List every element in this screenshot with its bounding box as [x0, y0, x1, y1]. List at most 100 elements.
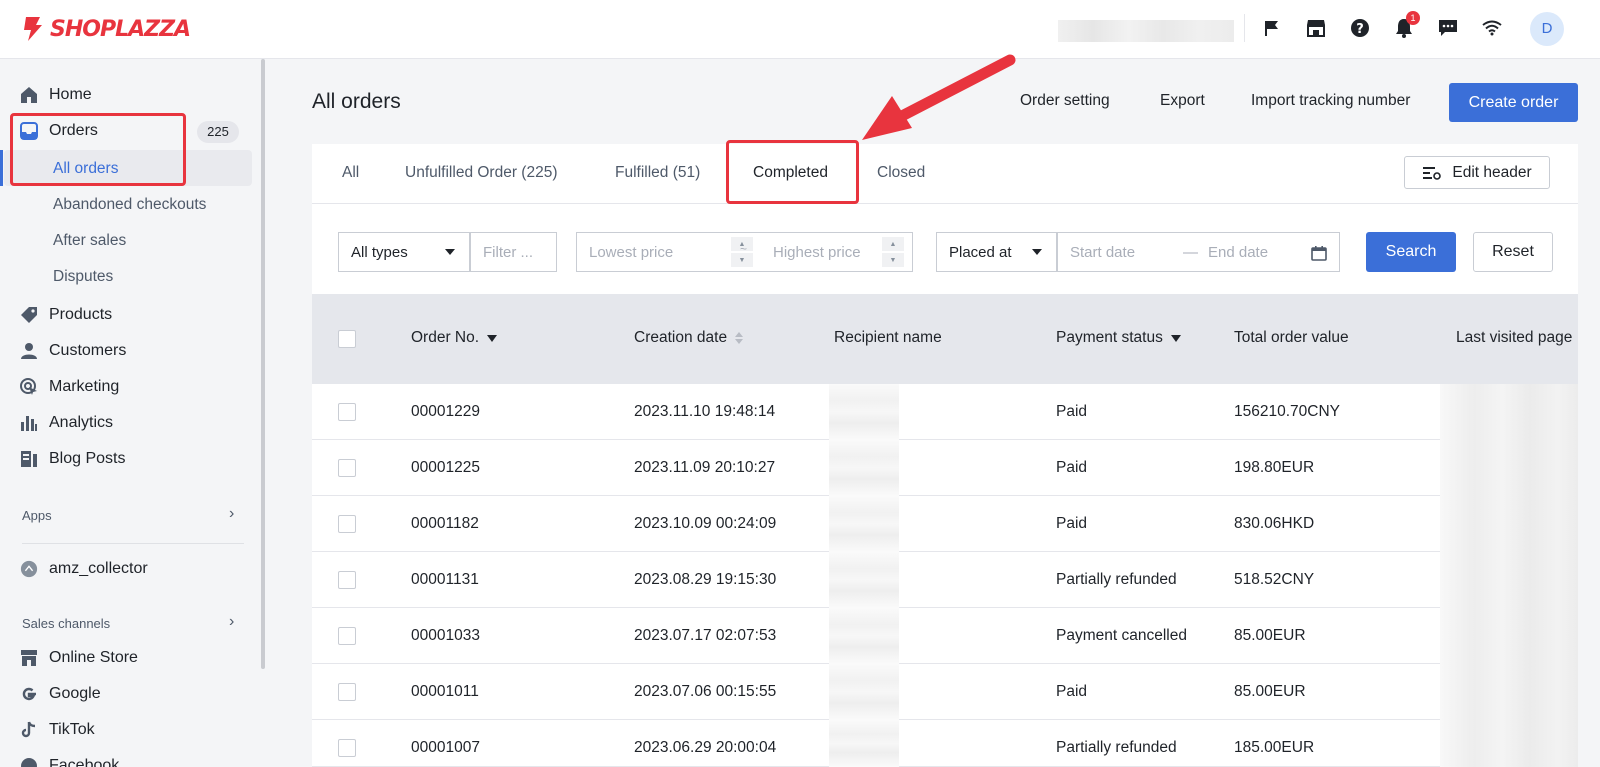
- sidebar-item-label: Customers: [49, 342, 127, 359]
- step-up-icon[interactable]: ▲: [882, 237, 904, 251]
- chat-icon[interactable]: [1436, 16, 1460, 40]
- total-value-cell: 156210.70CNY: [1234, 403, 1340, 420]
- import-tracking-button[interactable]: Import tracking number: [1251, 92, 1410, 110]
- row-checkbox[interactable]: [338, 515, 356, 533]
- highest-price-input[interactable]: Highest price ▲ ▼: [761, 232, 913, 272]
- avatar[interactable]: D: [1530, 12, 1564, 46]
- order-no-cell[interactable]: 00001229: [411, 403, 480, 421]
- sidebar-item-analytics[interactable]: Analytics: [20, 408, 113, 438]
- row-checkbox[interactable]: [338, 739, 356, 757]
- column-payment-status[interactable]: Payment status: [1056, 329, 1181, 347]
- total-value-cell: 185.00EUR: [1234, 739, 1315, 756]
- order-no-cell[interactable]: 00001131: [411, 571, 479, 589]
- order-no-cell[interactable]: 00001011: [411, 683, 479, 701]
- payment-status-cell: Paid: [1056, 403, 1088, 420]
- table-header: Order No. Creation date Recipient name P…: [312, 294, 1578, 384]
- sidebar-subitem-abandoned-checkouts[interactable]: Abandoned checkouts: [53, 196, 206, 214]
- creation-date-cell: 2023.07.06 00:15:55: [634, 683, 777, 700]
- calendar-icon[interactable]: [1311, 245, 1327, 261]
- sidebar-item-home[interactable]: Home: [20, 80, 92, 110]
- sidebar-item-products[interactable]: Products: [20, 300, 112, 330]
- highest-price-stepper[interactable]: ▲ ▼: [882, 237, 904, 267]
- total-value-cell: 85.00EUR: [1234, 683, 1306, 700]
- row-checkbox[interactable]: [338, 683, 356, 701]
- select-all-checkbox[interactable]: [338, 330, 356, 348]
- row-checkbox[interactable]: [338, 459, 356, 477]
- sidebar-item-marketing[interactable]: Marketing: [20, 372, 119, 402]
- order-no-cell[interactable]: 00001033: [411, 627, 480, 645]
- total-value-cell: 518.52CNY: [1234, 571, 1315, 588]
- chevron-right-icon[interactable]: ›: [229, 505, 234, 523]
- tab-all[interactable]: All: [342, 164, 359, 182]
- help-icon[interactable]: ?: [1348, 16, 1372, 40]
- highest-price-placeholder: Highest price: [773, 243, 861, 261]
- flag-icon[interactable]: [1260, 16, 1284, 40]
- table-row[interactable]: 00001011 2023.07.06 00:15:55 Paid 85.00E…: [312, 664, 1578, 720]
- tab-closed[interactable]: Closed: [877, 164, 925, 182]
- column-order-no[interactable]: Order No.: [411, 329, 498, 347]
- sidebar-item-label: amz_collector: [49, 560, 148, 577]
- table-row[interactable]: 00001033 2023.07.17 02:07:53 Payment can…: [312, 608, 1578, 664]
- column-label: Payment status: [1056, 329, 1163, 346]
- recipient-name-blurred: [829, 440, 899, 496]
- sidebar-item-blog-posts[interactable]: Blog Posts: [20, 444, 125, 474]
- last-visited-page-blurred: [1440, 384, 1578, 440]
- sidebar-item-label: TikTok: [49, 721, 95, 738]
- payment-status-cell: Paid: [1056, 515, 1088, 532]
- order-no-cell[interactable]: 00001007: [411, 739, 480, 757]
- sidebar-item-label: Online Store: [49, 649, 138, 666]
- table-row[interactable]: 00001182 2023.10.09 00:24:09 Paid 830.06…: [312, 496, 1578, 552]
- store-icon[interactable]: [1304, 16, 1328, 40]
- table-row[interactable]: 00001007 2023.06.29 20:00:04 Partially r…: [312, 720, 1578, 767]
- table-row[interactable]: 00001229 2023.11.10 19:48:14 Paid 156210…: [312, 384, 1578, 440]
- row-checkbox[interactable]: [338, 403, 356, 421]
- filter-caret-icon[interactable]: [487, 334, 498, 342]
- wifi-icon[interactable]: [1480, 16, 1504, 40]
- home-icon: [20, 86, 38, 104]
- store-icon: [20, 649, 38, 667]
- type-select[interactable]: All types: [338, 232, 470, 272]
- sidebar-subitem-disputes[interactable]: Disputes: [53, 268, 113, 286]
- column-label: Order No.: [411, 329, 480, 346]
- row-checkbox[interactable]: [338, 571, 356, 589]
- sidebar-item-tiktok[interactable]: TikTok: [20, 715, 95, 745]
- sidebar-item-customers[interactable]: Customers: [20, 336, 126, 366]
- column-creation-date[interactable]: Creation date: [634, 329, 744, 347]
- sidebar-item-google[interactable]: Google: [20, 679, 101, 709]
- search-button[interactable]: Search: [1366, 232, 1456, 272]
- sidebar-item-amz-collector[interactable]: amz_collector: [20, 554, 148, 584]
- lowest-price-input[interactable]: Lowest price ▲ ▼: [576, 232, 762, 272]
- row-checkbox[interactable]: [338, 627, 356, 645]
- sidebar-scrollbar[interactable]: [261, 59, 265, 669]
- bell-icon[interactable]: 1: [1392, 11, 1420, 40]
- sidebar-subitem-after-sales[interactable]: After sales: [53, 232, 126, 250]
- order-no-cell[interactable]: 00001225: [411, 459, 480, 477]
- sidebar-item-facebook[interactable]: Facebook: [20, 751, 119, 767]
- step-down-icon[interactable]: ▼: [882, 253, 904, 267]
- date-range-picker[interactable]: Start date — End date: [1057, 232, 1340, 272]
- facebook-icon: [20, 757, 38, 767]
- table-row[interactable]: 00001131 2023.08.29 19:15:30 Partially r…: [312, 552, 1578, 608]
- create-order-button[interactable]: Create order: [1449, 83, 1578, 122]
- reset-button[interactable]: Reset: [1473, 232, 1553, 272]
- start-date-placeholder: Start date: [1070, 243, 1136, 261]
- sidebar-item-online-store[interactable]: Online Store: [20, 643, 138, 673]
- edit-header-button[interactable]: Edit header: [1404, 156, 1550, 189]
- active-item-bar: [0, 150, 3, 186]
- chevron-right-icon[interactable]: ›: [229, 613, 234, 631]
- tab-fulfilled[interactable]: Fulfilled (51): [615, 164, 700, 182]
- export-button[interactable]: Export: [1160, 92, 1205, 110]
- order-setting-button[interactable]: Order setting: [1020, 92, 1110, 110]
- shoplazza-logo[interactable]: SHOPLAZZA: [22, 14, 191, 44]
- app-icon: [20, 560, 38, 578]
- filter-input[interactable]: Filter ...: [470, 232, 557, 272]
- store-name-blurred[interactable]: [1058, 20, 1234, 42]
- filter-caret-icon[interactable]: [1170, 334, 1181, 342]
- date-type-select[interactable]: Placed at: [936, 232, 1057, 272]
- sidebar-item-label: Google: [49, 685, 101, 702]
- table-row[interactable]: 00001225 2023.11.09 20:10:27 Paid 198.80…: [312, 440, 1578, 496]
- sort-icon[interactable]: [735, 332, 744, 344]
- order-no-cell[interactable]: 00001182: [411, 515, 479, 533]
- recipient-name-blurred: [829, 608, 899, 664]
- tab-unfulfilled[interactable]: Unfulfilled Order (225): [405, 164, 557, 182]
